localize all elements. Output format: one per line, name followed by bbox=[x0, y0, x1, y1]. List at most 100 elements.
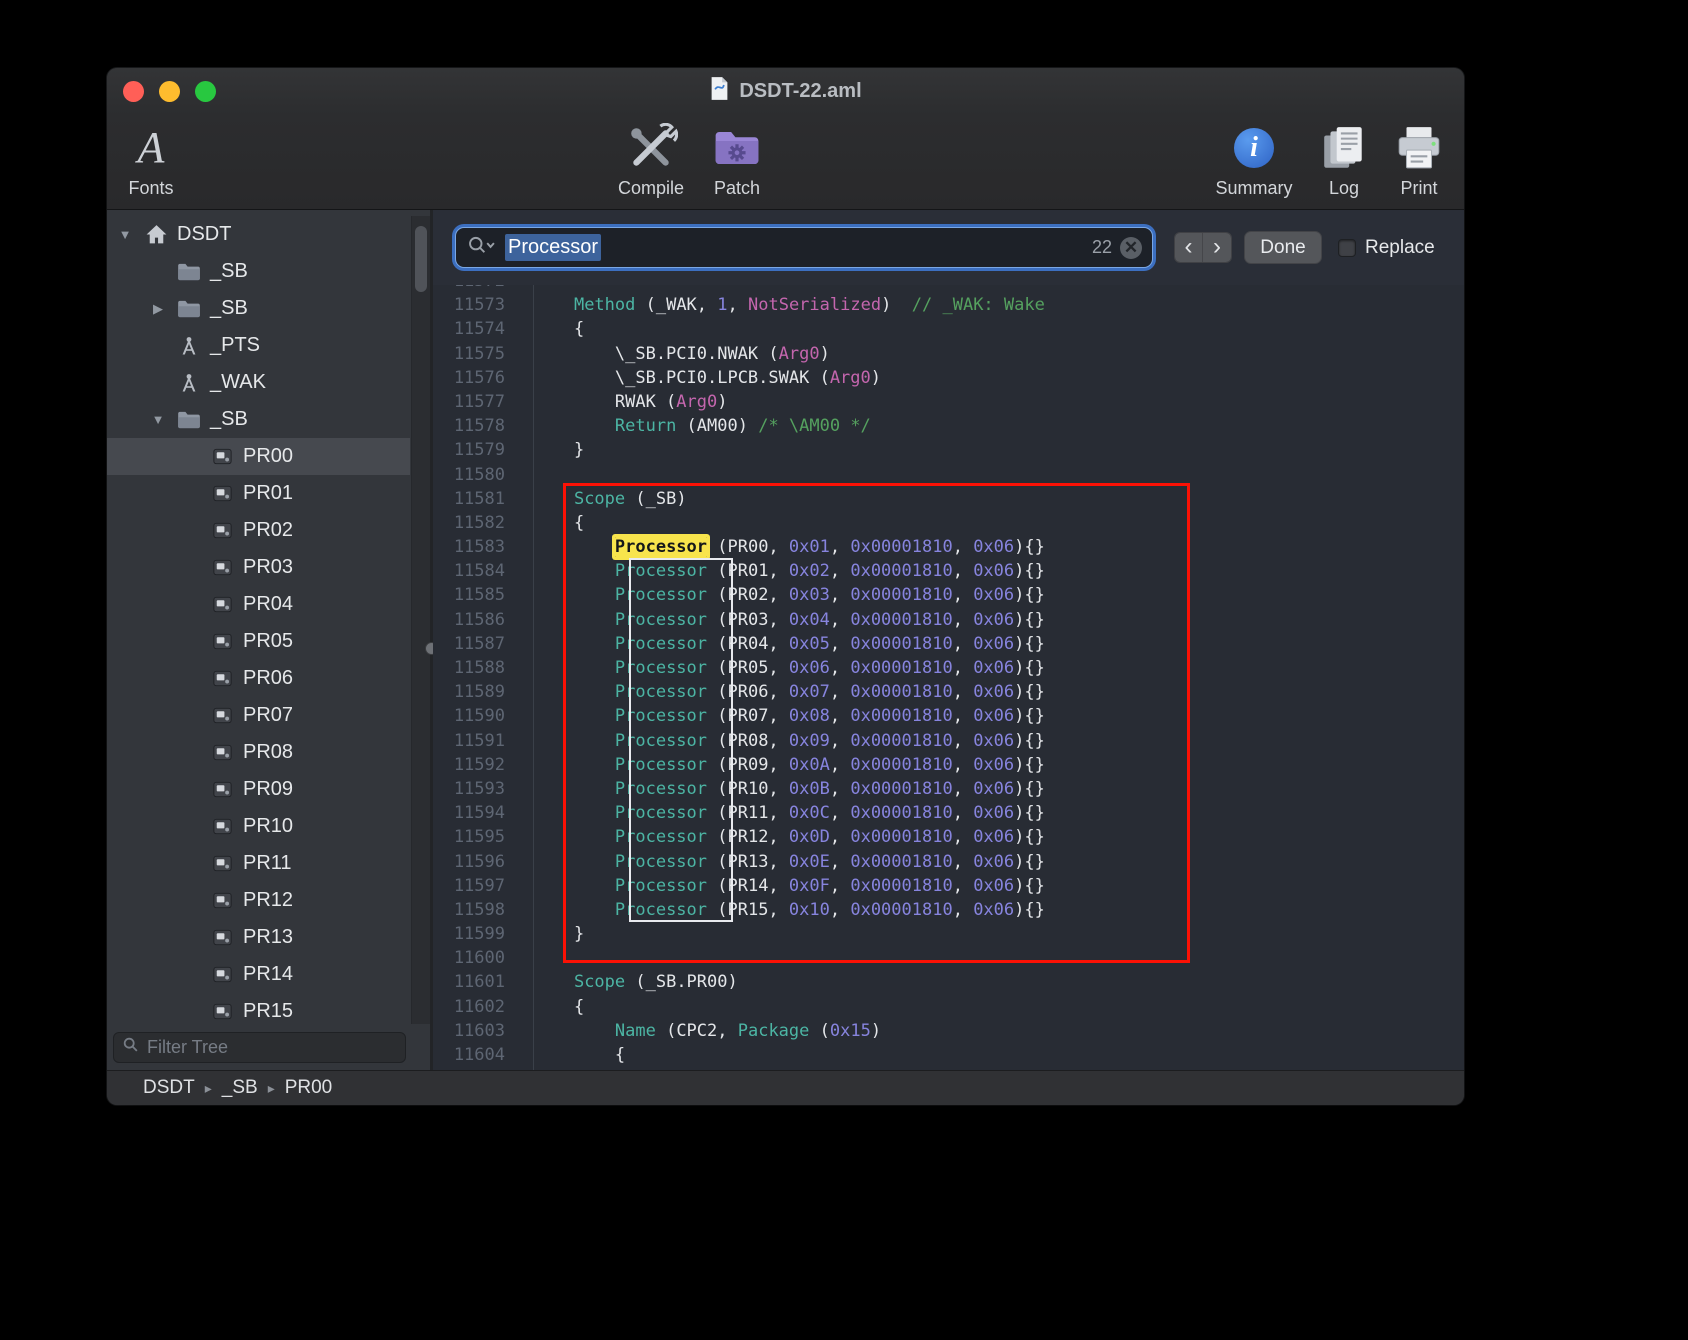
breadcrumb-item-pr00[interactable]: PR00 bbox=[285, 1077, 333, 1099]
tree-item-pr06[interactable]: PR06 bbox=[107, 660, 410, 697]
code-line[interactable]: 11585 Processor (PR02, 0x03, 0x00001810,… bbox=[433, 583, 1464, 607]
replace-checkbox[interactable] bbox=[1338, 239, 1356, 257]
code-line[interactable]: 11573 Method (_WAK, 1, NotSerialized) //… bbox=[433, 293, 1464, 317]
code-line[interactable]: 11599 } bbox=[433, 922, 1464, 946]
line-number: 11593 bbox=[433, 777, 519, 801]
code-line[interactable]: 11598 Processor (PR15, 0x10, 0x00001810,… bbox=[433, 898, 1464, 922]
tree-item-pr13[interactable]: PR13 bbox=[107, 919, 410, 956]
find-bar: Processor 22 ✕ ‹ › Done Replace bbox=[433, 210, 1464, 285]
code-line[interactable]: 11596 Processor (PR13, 0x0E, 0x00001810,… bbox=[433, 850, 1464, 874]
code-text: Scope (_SB.PR00) bbox=[519, 970, 738, 994]
tree-item-sb-sb[interactable]: ▶_SB bbox=[107, 290, 410, 327]
code-view[interactable]: 1157211573 Method (_WAK, 1, NotSerialize… bbox=[433, 285, 1464, 1070]
code-line[interactable]: 11572 bbox=[433, 285, 1464, 293]
code-line[interactable]: 11588 Processor (PR05, 0x06, 0x00001810,… bbox=[433, 656, 1464, 680]
summary-label: Summary bbox=[1215, 178, 1292, 199]
breadcrumb-item-dsdt[interactable]: DSDT bbox=[143, 1077, 195, 1099]
current-find-match: Processor bbox=[615, 537, 707, 557]
print-button[interactable]: Print bbox=[1364, 119, 1464, 199]
code-line[interactable]: 11593 Processor (PR10, 0x0B, 0x00001810,… bbox=[433, 777, 1464, 801]
code-line[interactable]: 11580 bbox=[433, 463, 1464, 487]
fonts-button[interactable]: A Fonts bbox=[107, 119, 206, 199]
tree-item-dsdt[interactable]: ▼DSDT bbox=[107, 216, 410, 253]
code-line[interactable]: 11577 RWAK (Arg0) bbox=[433, 390, 1464, 414]
tree-item-pr01[interactable]: PR01 bbox=[107, 475, 410, 512]
code-text: Processor (PR13, 0x0E, 0x00001810, 0x06)… bbox=[519, 850, 1045, 874]
tree-item-pr10[interactable]: PR10 bbox=[107, 808, 410, 845]
tree-item-pr14[interactable]: PR14 bbox=[107, 956, 410, 993]
find-next-button[interactable]: › bbox=[1203, 233, 1231, 262]
tree-item-pr00[interactable]: PR00 bbox=[107, 438, 410, 475]
print-printer-icon bbox=[1394, 119, 1444, 177]
tree-item-pr08[interactable]: PR08 bbox=[107, 734, 410, 771]
breadcrumb-separator-icon: ▸ bbox=[205, 1080, 212, 1097]
code-text: { bbox=[519, 317, 584, 341]
summary-info-icon: i bbox=[1234, 119, 1274, 177]
code-line[interactable]: 11587 Processor (PR04, 0x05, 0x00001810,… bbox=[433, 632, 1464, 656]
tree-item-pr12[interactable]: PR12 bbox=[107, 882, 410, 919]
code-line[interactable]: 11604 { bbox=[433, 1043, 1464, 1067]
done-button[interactable]: Done bbox=[1244, 231, 1322, 264]
code-line[interactable]: 11600 bbox=[433, 946, 1464, 970]
code-text: Processor (PR08, 0x09, 0x00001810, 0x06)… bbox=[519, 729, 1045, 753]
code-line[interactable]: 11574 { bbox=[433, 317, 1464, 341]
patch-button[interactable]: Patch bbox=[682, 119, 792, 199]
code-line[interactable]: 11579 } bbox=[433, 438, 1464, 462]
tree-item-pr15[interactable]: PR15 bbox=[107, 993, 410, 1024]
search-scope-icon[interactable] bbox=[466, 235, 497, 261]
code-line[interactable]: 11576 \_SB.PCI0.LPCB.SWAK (Arg0) bbox=[433, 366, 1464, 390]
code-line[interactable]: 11578 Return (AM00) /* \AM00 */ bbox=[433, 414, 1464, 438]
filter-tree-input[interactable] bbox=[147, 1037, 397, 1058]
tree-item-label: PR14 bbox=[243, 963, 293, 986]
tree-item-sb-wak[interactable]: _WAK bbox=[107, 364, 410, 401]
folder-icon bbox=[172, 407, 206, 433]
tree-item-sb-sb[interactable]: _SB bbox=[107, 253, 410, 290]
document-icon bbox=[709, 76, 730, 107]
disclosure-triangle-icon[interactable]: ▼ bbox=[144, 412, 172, 427]
code-line[interactable]: 11597 Processor (PR14, 0x0F, 0x00001810,… bbox=[433, 874, 1464, 898]
code-line[interactable]: 11584 Processor (PR01, 0x02, 0x00001810,… bbox=[433, 559, 1464, 583]
tree-item-label: PR08 bbox=[243, 741, 293, 764]
tree-item-pr11[interactable]: PR11 bbox=[107, 845, 410, 882]
tree-item-sb-pts[interactable]: _PTS bbox=[107, 327, 410, 364]
code-line[interactable]: 11603 Name (CPC2, Package (0x15) bbox=[433, 1019, 1464, 1043]
code-line[interactable]: 11586 Processor (PR03, 0x04, 0x00001810,… bbox=[433, 608, 1464, 632]
code-line[interactable]: 11591 Processor (PR08, 0x09, 0x00001810,… bbox=[433, 729, 1464, 753]
tree-item-pr03[interactable]: PR03 bbox=[107, 549, 410, 586]
tree-item-pr09[interactable]: PR09 bbox=[107, 771, 410, 808]
tree-item-pr07[interactable]: PR07 bbox=[107, 697, 410, 734]
code-line[interactable]: 11575 \_SB.PCI0.NWAK (Arg0) bbox=[433, 342, 1464, 366]
tree-item-sb-sb[interactable]: ▼_SB bbox=[107, 401, 410, 438]
code-line[interactable]: 11592 Processor (PR09, 0x0A, 0x00001810,… bbox=[433, 753, 1464, 777]
tree-item-pr04[interactable]: PR04 bbox=[107, 586, 410, 623]
find-field[interactable]: Processor 22 ✕ bbox=[455, 227, 1153, 268]
breadcrumb-item-sb[interactable]: _SB bbox=[222, 1077, 258, 1099]
filter-tree-box bbox=[113, 1032, 406, 1063]
code-line[interactable]: 11602 { bbox=[433, 995, 1464, 1019]
find-previous-button[interactable]: ‹ bbox=[1175, 233, 1203, 262]
line-number: 11579 bbox=[433, 438, 519, 462]
code-line[interactable]: 11601 Scope (_SB.PR00) bbox=[433, 970, 1464, 994]
sidebar-scrollbar-thumb[interactable] bbox=[415, 226, 427, 292]
code-line[interactable]: 11589 Processor (PR06, 0x07, 0x00001810,… bbox=[433, 680, 1464, 704]
clear-search-icon[interactable]: ✕ bbox=[1120, 237, 1142, 259]
code-line[interactable]: 11583 Processor (PR00, 0x01, 0x00001810,… bbox=[433, 535, 1464, 559]
toolbar: A Fonts Compile bbox=[107, 115, 1464, 210]
tree-item-pr05[interactable]: PR05 bbox=[107, 623, 410, 660]
code-line[interactable]: 11595 Processor (PR12, 0x0D, 0x00001810,… bbox=[433, 825, 1464, 849]
find-query-text[interactable]: Processor bbox=[505, 234, 601, 261]
code-line[interactable]: 11582 { bbox=[433, 511, 1464, 535]
filter-search-icon bbox=[122, 1036, 140, 1059]
disclosure-triangle-icon[interactable]: ▶ bbox=[144, 301, 172, 317]
processor-icon bbox=[205, 519, 239, 542]
tree-item-label: _SB bbox=[210, 260, 248, 283]
code-text: Processor (PR03, 0x04, 0x00001810, 0x06)… bbox=[519, 608, 1045, 632]
sidebar-scrollbar[interactable] bbox=[411, 216, 430, 1024]
code-line[interactable]: 11590 Processor (PR07, 0x08, 0x00001810,… bbox=[433, 704, 1464, 728]
disclosure-triangle-icon[interactable]: ▼ bbox=[111, 227, 139, 242]
print-label: Print bbox=[1400, 178, 1437, 199]
code-line[interactable]: 11581 Scope (_SB) bbox=[433, 487, 1464, 511]
code-text: Processor (PR07, 0x08, 0x00001810, 0x06)… bbox=[519, 704, 1045, 728]
code-line[interactable]: 11594 Processor (PR11, 0x0C, 0x00001810,… bbox=[433, 801, 1464, 825]
tree-item-pr02[interactable]: PR02 bbox=[107, 512, 410, 549]
